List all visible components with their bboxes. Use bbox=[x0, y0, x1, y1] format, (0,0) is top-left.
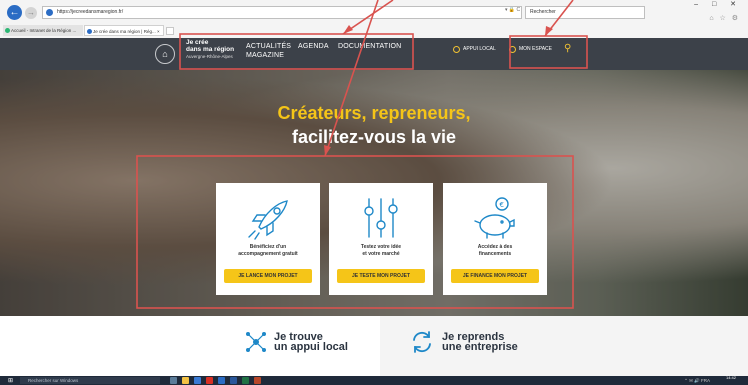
tab-label: Accueil - Intranet de la Région ... bbox=[11, 28, 77, 33]
task-view-icon[interactable] bbox=[170, 377, 177, 384]
address-tools[interactable]: ▾ 🔒 C bbox=[505, 7, 520, 13]
quick-links-section: Je trouve un appui local Je reprends une… bbox=[0, 316, 748, 376]
je-finance-button[interactable]: JE FINANCE MON PROJET bbox=[451, 269, 539, 283]
window-controls[interactable]: – □ ✕ bbox=[694, 0, 742, 8]
card-description: Accédez à des financements bbox=[477, 244, 513, 257]
system-tray[interactable]: ⌃ ✉ 🔊 FRA bbox=[684, 378, 710, 384]
refresh-icon bbox=[413, 331, 431, 353]
ie-taskbar-icon[interactable] bbox=[194, 377, 201, 384]
location-icon bbox=[453, 46, 460, 53]
nav-documentation[interactable]: DOCUMENTATION bbox=[338, 43, 401, 50]
hero-title: Créateurs, repreneurs, bbox=[277, 103, 471, 123]
back-button[interactable]: ← bbox=[7, 5, 22, 20]
windows-taskbar: ⊞ Rechercher sur Windows ⌃ ✉ 🔊 FRA 14:42 bbox=[0, 375, 748, 385]
appui-local-label: APPUI LOCAL bbox=[463, 46, 496, 52]
nav-actualites[interactable]: ACTUALITÉS bbox=[246, 43, 291, 50]
browser-search-input[interactable]: Rechercher bbox=[525, 6, 645, 19]
forward-button[interactable]: → bbox=[25, 7, 37, 19]
address-bar[interactable]: https://jecreedansmaregion.fr/ bbox=[42, 6, 522, 19]
svg-text:€: € bbox=[500, 201, 504, 209]
word-icon[interactable] bbox=[230, 377, 237, 384]
taskbar-clock[interactable]: 14:42 bbox=[725, 375, 736, 381]
logo-line-2: dans ma région bbox=[186, 46, 235, 53]
clock-time: 14:42 bbox=[725, 375, 736, 380]
hero-banner: Créateurs, repreneurs, facilitez-vous la… bbox=[0, 70, 748, 316]
search-icon[interactable]: ⚲ bbox=[564, 43, 571, 54]
je-reprends-link[interactable]: Je reprends une entreprise bbox=[442, 332, 518, 353]
browser-chrome: ← → https://jecreedansmaregion.fr/ ▾ 🔒 C… bbox=[0, 0, 748, 38]
quick-links-right-bg bbox=[380, 316, 748, 376]
tab-favicon-icon bbox=[87, 29, 92, 34]
powerpoint-icon[interactable] bbox=[254, 377, 261, 384]
site-logo[interactable]: Je crée dans ma région bbox=[186, 39, 234, 53]
rocket-icon bbox=[248, 200, 288, 240]
tab-label: Je crée dans ma région | Rég... × bbox=[93, 29, 160, 34]
taskbar-search-input[interactable]: Rechercher sur Windows bbox=[20, 377, 160, 384]
logo-icon[interactable]: ⌂ bbox=[155, 44, 175, 64]
user-icon bbox=[509, 46, 516, 53]
ie-icon bbox=[46, 9, 53, 16]
browser-tools[interactable]: ⌂ ☆ ⚙ bbox=[709, 14, 740, 22]
excel-icon[interactable] bbox=[242, 377, 249, 384]
tab-favicon-icon bbox=[5, 28, 10, 33]
nav-magazine[interactable]: MAGAZINE bbox=[246, 52, 284, 59]
tab-je-cree[interactable]: Je crée dans ma région | Rég... × bbox=[84, 25, 164, 36]
outlook-icon[interactable] bbox=[218, 377, 225, 384]
site-header: ⌂ Je crée dans ma région Auvergne-Rhône-… bbox=[0, 38, 748, 70]
card-description: Testez votre idée et votre marché bbox=[360, 244, 402, 257]
piggy-bank-icon: € bbox=[474, 197, 515, 239]
windows-start-icon[interactable]: ⊞ bbox=[8, 378, 14, 384]
logo-subtitle: Auvergne-Rhône-Alpes bbox=[186, 54, 233, 59]
hero-subtitle: facilitez-vous la vie bbox=[291, 127, 457, 147]
je-trouve-appui-link[interactable]: Je trouve un appui local bbox=[274, 332, 348, 353]
mon-espace-button[interactable]: MON ESPACE bbox=[509, 45, 552, 54]
card-description: Bénéficiez d'un accompagnement gratuit bbox=[238, 244, 298, 257]
sliders-icon bbox=[364, 198, 398, 238]
je-teste-button[interactable]: JE TESTE MON PROJET bbox=[337, 269, 425, 283]
network-icon bbox=[246, 332, 266, 352]
tab-intranet[interactable]: Accueil - Intranet de la Région ... bbox=[3, 25, 83, 36]
appui-local-button[interactable]: APPUI LOCAL bbox=[453, 45, 496, 54]
tab-strip: Accueil - Intranet de la Région ... Je c… bbox=[0, 24, 748, 37]
new-tab-button[interactable] bbox=[166, 27, 174, 35]
card-teste-projet: Testez votre idée et votre marché JE TES… bbox=[329, 183, 433, 295]
card-lance-projet: Bénéficiez d'un accompagnement gratuit J… bbox=[216, 183, 320, 295]
mon-espace-label: MON ESPACE bbox=[519, 46, 552, 52]
card-finance-projet: € Accédez à des financements JE FINANCE … bbox=[443, 183, 547, 295]
nav-agenda[interactable]: AGENDA bbox=[298, 43, 329, 50]
address-url: https://jecreedansmaregion.fr/ bbox=[57, 9, 124, 15]
logo-line-1: Je crée bbox=[186, 39, 209, 46]
file-explorer-icon[interactable] bbox=[182, 377, 189, 384]
je-lance-button[interactable]: JE LANCE MON PROJET bbox=[224, 269, 312, 283]
chrome-icon[interactable] bbox=[206, 377, 213, 384]
